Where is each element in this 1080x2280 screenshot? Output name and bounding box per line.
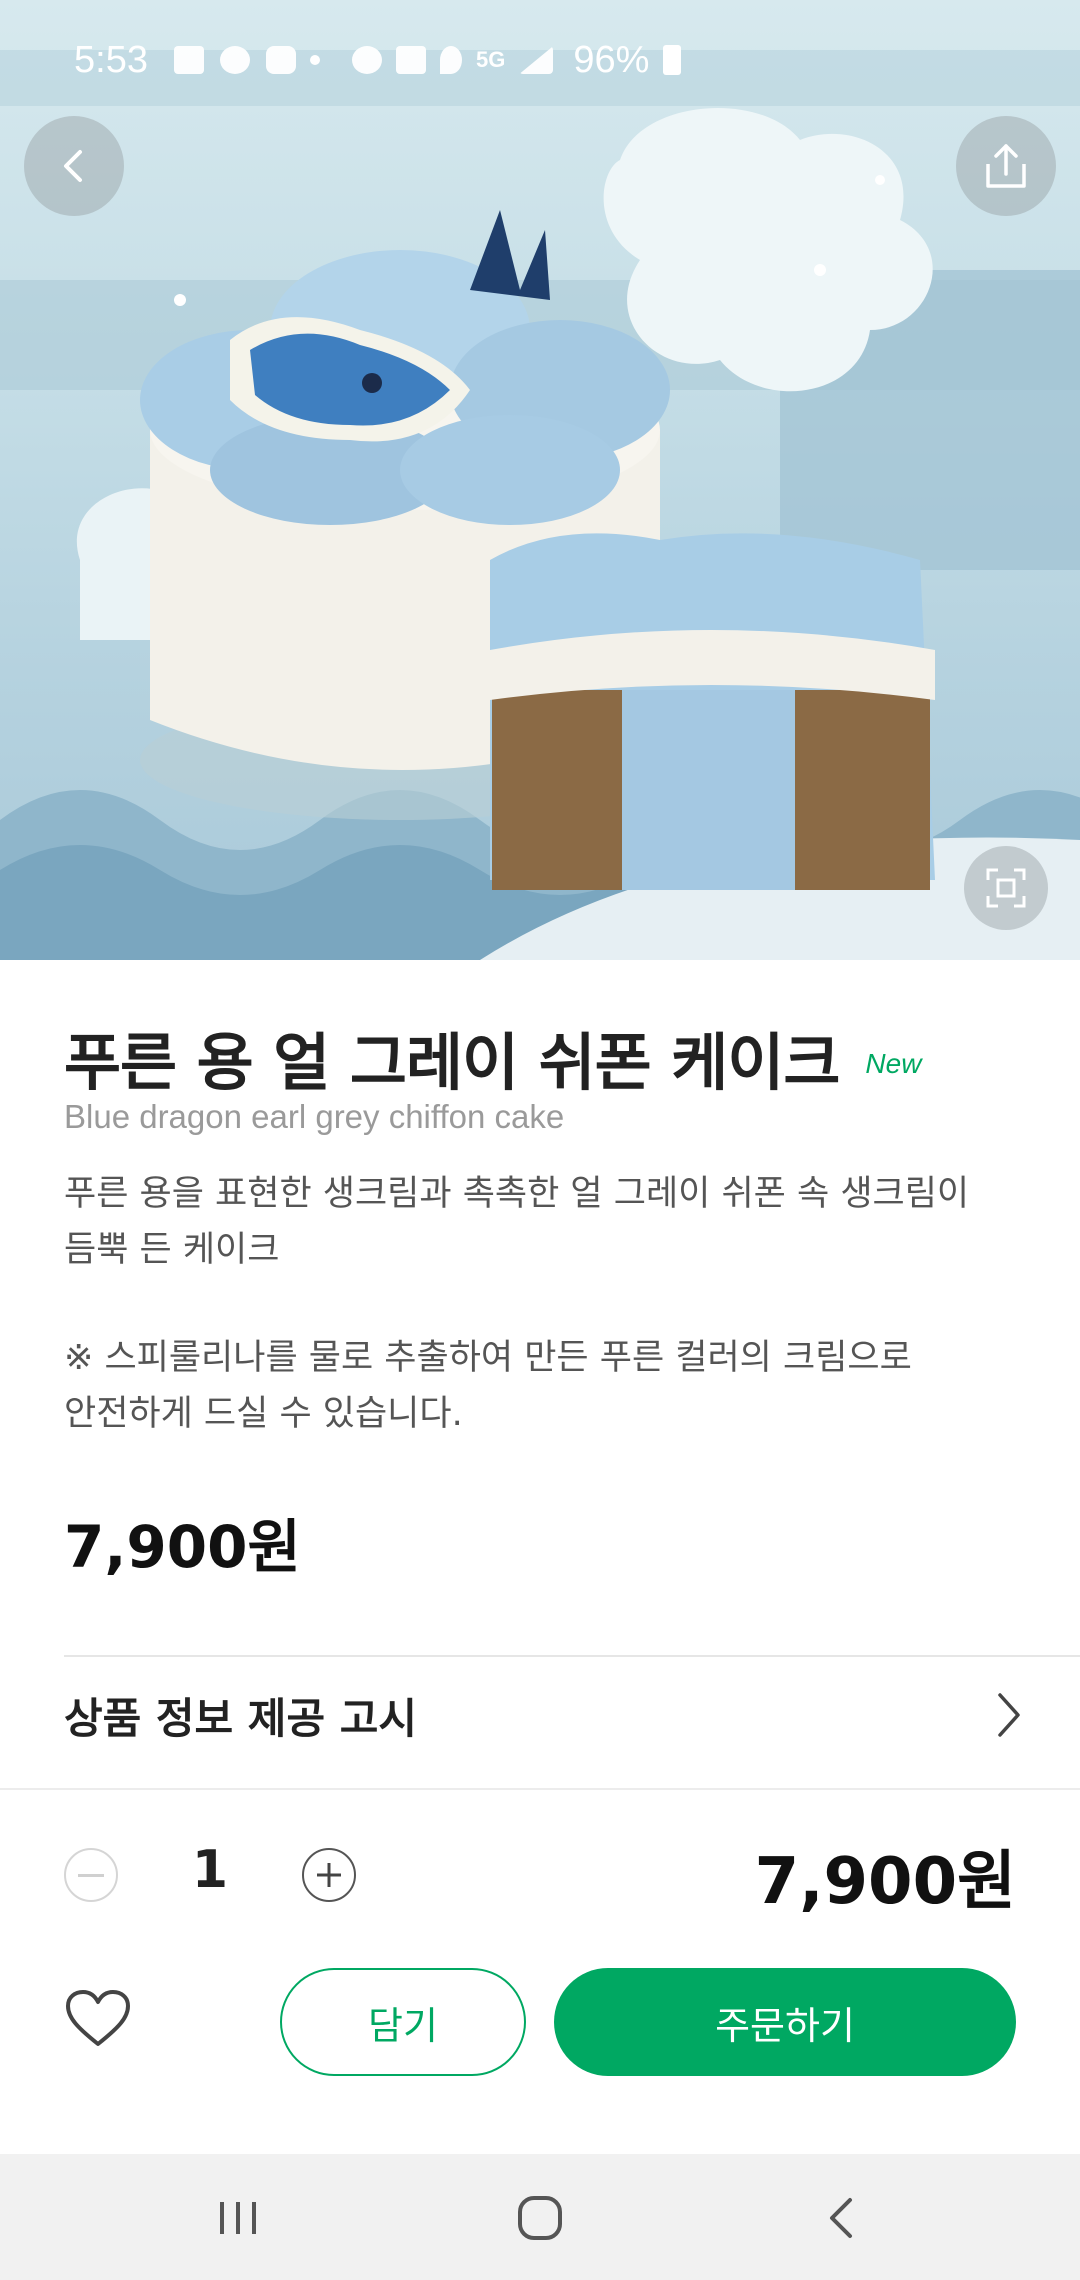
home-icon bbox=[518, 2196, 562, 2240]
chevron-right-icon bbox=[998, 1693, 1020, 1737]
system-back-button[interactable] bbox=[792, 2180, 892, 2256]
product-title-row: 푸른 용 얼 그레이 쉬폰 케이크 New bbox=[64, 1012, 921, 1102]
description-line: 푸른 용을 표현한 생크림과 촉촉한 얼 그레이 쉬폰 속 생크림이 bbox=[64, 1174, 970, 1214]
product-title: 푸른 용 얼 그레이 쉬폰 케이크 bbox=[64, 1026, 840, 1099]
home-button[interactable] bbox=[490, 2180, 590, 2256]
back-button[interactable] bbox=[24, 116, 124, 216]
share-button[interactable] bbox=[956, 116, 1056, 216]
mute-icon bbox=[395, 46, 426, 74]
status-time: 5:53 bbox=[74, 38, 148, 81]
expand-icon bbox=[986, 868, 1026, 908]
product-english-name: Blue dragon earl grey chiffon cake bbox=[64, 1098, 565, 1135]
system-icons: 5G 96% bbox=[351, 38, 682, 82]
signal-icon bbox=[519, 46, 554, 74]
share-icon bbox=[986, 144, 1026, 188]
location-icon bbox=[439, 46, 462, 74]
recents-button[interactable] bbox=[188, 2180, 288, 2256]
alarm-icon bbox=[351, 46, 382, 74]
quantity-increase-button[interactable] bbox=[302, 1848, 356, 1902]
divider bbox=[64, 1655, 1080, 1657]
recents-icon bbox=[220, 2202, 256, 2234]
product-notice-label: 상품 정보 제공 고시 bbox=[64, 1693, 417, 1743]
quantity-value: 1 bbox=[191, 1840, 229, 1900]
expand-image-button[interactable] bbox=[964, 846, 1048, 930]
product-notice-row[interactable]: 상품 정보 제공 고시 bbox=[64, 1660, 1024, 1770]
order-total: 7,900원 bbox=[754, 1845, 1016, 1919]
note-line: ※ 스피룰리나를 물로 추출하여 만든 푸른 컬러의 크림으로 bbox=[64, 1338, 912, 1378]
product-note: ※ 스피룰리나를 물로 추출하여 만든 푸른 컬러의 크림으로 안전하게 드실 … bbox=[64, 1330, 1024, 1442]
notification-icons bbox=[173, 46, 296, 74]
battery-icon bbox=[663, 45, 682, 75]
system-nav-bar bbox=[0, 2154, 1080, 2280]
description-line: 듬뿍 든 케이크 bbox=[64, 1230, 280, 1270]
more-notifications-icon bbox=[309, 55, 320, 65]
product-image[interactable]: 5:53 5G 96% bbox=[0, 0, 1080, 960]
status-bar: 5:53 5G 96% bbox=[0, 0, 1080, 120]
quantity-decrease-button[interactable] bbox=[64, 1848, 118, 1902]
plus-circle-icon bbox=[317, 1863, 341, 1887]
note-line: 안전하게 드실 수 있습니다. bbox=[64, 1394, 463, 1434]
product-price: 7,900원 bbox=[64, 1513, 301, 1581]
gallery-icon bbox=[173, 46, 204, 74]
network-type: 5G bbox=[475, 47, 506, 72]
chevron-left-icon bbox=[830, 2198, 852, 2238]
favorite-button[interactable] bbox=[64, 1988, 132, 2050]
battery-level: 96% bbox=[573, 38, 650, 81]
new-badge: New bbox=[865, 1048, 922, 1079]
cake-illustration bbox=[0, 50, 1080, 960]
chevron-left-icon bbox=[64, 150, 82, 182]
add-to-cart-button[interactable]: 담기 bbox=[280, 1968, 526, 2076]
minus-circle-icon bbox=[78, 1873, 104, 1877]
order-panel: 1 7,900원 담기 주문하기 bbox=[0, 1788, 1080, 2154]
chat-icon bbox=[219, 46, 250, 74]
product-description: 푸른 용을 표현한 생크림과 촉촉한 얼 그레이 쉬폰 속 생크림이 듬뿍 든 … bbox=[64, 1166, 1024, 1278]
heart-icon bbox=[66, 1990, 130, 2046]
order-button[interactable]: 주문하기 bbox=[554, 1968, 1016, 2076]
youtube-icon bbox=[265, 46, 296, 74]
